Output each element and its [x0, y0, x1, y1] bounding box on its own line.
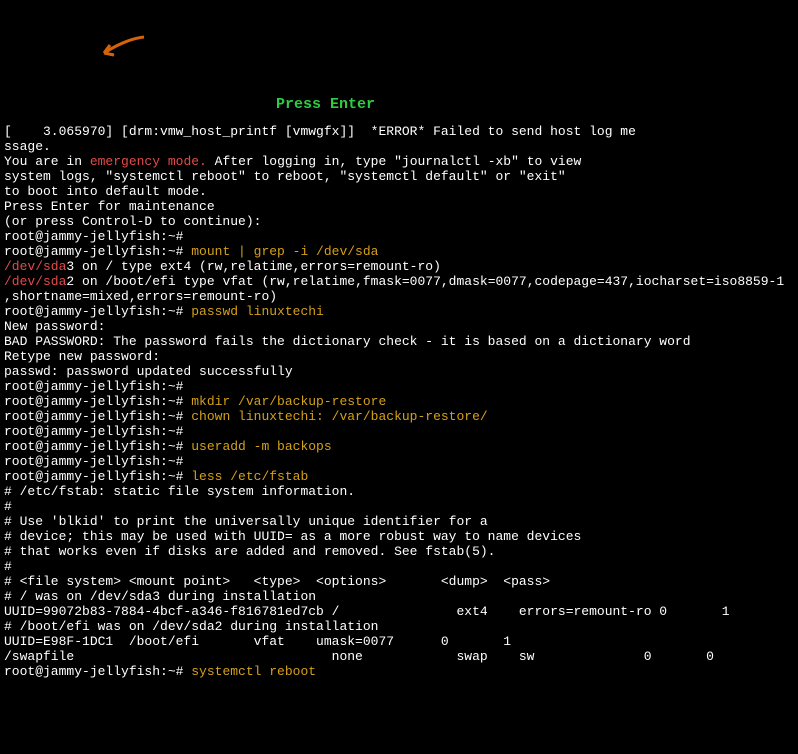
terminal-line: system logs, "systemctl reboot" to reboo…: [4, 169, 794, 184]
terminal-line: root@jammy-jellyfish:~#: [4, 379, 794, 394]
terminal-segment: mkdir /var/backup-restore: [191, 394, 386, 409]
terminal-line: Press Enter for maintenance: [4, 199, 794, 214]
terminal-line: root@jammy-jellyfish:~# mkdir /var/backu…: [4, 394, 794, 409]
terminal-segment: # /boot/efi was on /dev/sda2 during inst…: [4, 619, 378, 634]
terminal-line: root@jammy-jellyfish:~#: [4, 424, 794, 439]
terminal-segment: chown linuxtechi: /var/backup-restore/: [191, 409, 487, 424]
terminal-line: root@jammy-jellyfish:~#: [4, 229, 794, 244]
terminal-segment: Retype new password:: [4, 349, 160, 364]
terminal-segment: root@jammy-jellyfish:~#: [4, 664, 191, 679]
terminal-segment: UUID=E98F-1DC1 /boot/efi vfat umask=0077…: [4, 634, 511, 649]
terminal-segment: (or press Control-D to continue):: [4, 214, 269, 229]
terminal-line: root@jammy-jellyfish:~# chown linuxtechi…: [4, 409, 794, 424]
terminal-line: You are in emergency mode. After logging…: [4, 154, 794, 169]
terminal-segment: root@jammy-jellyfish:~#: [4, 469, 191, 484]
terminal-line: /dev/sda3 on / type ext4 (rw,relatime,er…: [4, 259, 794, 274]
terminal-segment: # Use 'blkid' to print the universally u…: [4, 514, 488, 529]
terminal-line: # Use 'blkid' to print the universally u…: [4, 514, 794, 529]
terminal-segment: system logs, "systemctl reboot" to reboo…: [4, 169, 566, 184]
terminal-line: root@jammy-jellyfish:~# less /etc/fstab: [4, 469, 794, 484]
terminal-line: Retype new password:: [4, 349, 794, 364]
terminal-line: UUID=99072b83-7884-4bcf-a346-f816781ed7c…: [4, 604, 794, 619]
terminal-segment: [ 3.065970] [drm:vmw_host_printf [vmwgfx…: [4, 124, 636, 139]
terminal-line: # that works even if disks are added and…: [4, 544, 794, 559]
terminal-segment: passwd linuxtechi: [191, 304, 324, 319]
terminal-segment: # <file system> <mount point> <type> <op…: [4, 574, 550, 589]
terminal-line: root@jammy-jellyfish:~# mount | grep -i …: [4, 244, 794, 259]
terminal-line: ssage.: [4, 139, 794, 154]
terminal-segment: less /etc/fstab: [191, 469, 308, 484]
terminal-segment: root@jammy-jellyfish:~#: [4, 394, 191, 409]
terminal-segment: root@jammy-jellyfish:~#: [4, 424, 183, 439]
terminal-segment: /dev/sda: [4, 259, 66, 274]
terminal-line: /swapfile none swap sw 0 0: [4, 649, 794, 664]
terminal-line: #: [4, 559, 794, 574]
terminal-segment: # / was on /dev/sda3 during installation: [4, 589, 316, 604]
terminal-segment: Press Enter for maintenance: [4, 199, 215, 214]
arrow-annotation: [80, 20, 130, 44]
terminal-segment: 3 on / type ext4 (rw,relatime,errors=rem…: [66, 259, 440, 274]
terminal-segment: # device; this may be used with UUID= as…: [4, 529, 581, 544]
terminal-segment: /swapfile none swap sw 0 0: [4, 649, 714, 664]
terminal-line: # <file system> <mount point> <type> <op…: [4, 574, 794, 589]
terminal-segment: # /etc/fstab: static file system informa…: [4, 484, 355, 499]
terminal-segment: ,shortname=mixed,errors=remount-ro): [4, 289, 277, 304]
terminal-segment: root@jammy-jellyfish:~#: [4, 439, 191, 454]
terminal-segment: root@jammy-jellyfish:~#: [4, 409, 191, 424]
terminal-line: (or press Control-D to continue):: [4, 214, 794, 229]
terminal-segment: 2 on /boot/efi type vfat (rw,relatime,fm…: [66, 274, 784, 289]
terminal-line: ,shortname=mixed,errors=remount-ro): [4, 289, 794, 304]
terminal-segment: passwd: password updated successfully: [4, 364, 293, 379]
terminal-segment: BAD PASSWORD: The password fails the dic…: [4, 334, 691, 349]
terminal-line: New password:: [4, 319, 794, 334]
terminal-segment: root@jammy-jellyfish:~#: [4, 229, 183, 244]
terminal-line: # /etc/fstab: static file system informa…: [4, 484, 794, 499]
terminal-segment: mount | grep -i /dev/sda: [191, 244, 378, 259]
terminal-line: passwd: password updated successfully: [4, 364, 794, 379]
terminal-line: to boot into default mode.: [4, 184, 794, 199]
terminal-output[interactable]: [ 3.065970] [drm:vmw_host_printf [vmwgfx…: [4, 124, 794, 679]
terminal-line: /dev/sda2 on /boot/efi type vfat (rw,rel…: [4, 274, 794, 289]
terminal-segment: #: [4, 559, 12, 574]
terminal-segment: UUID=99072b83-7884-4bcf-a346-f816781ed7c…: [4, 604, 730, 619]
terminal-line: UUID=E98F-1DC1 /boot/efi vfat umask=0077…: [4, 634, 794, 649]
terminal-line: root@jammy-jellyfish:~#: [4, 454, 794, 469]
terminal-line: # / was on /dev/sda3 during installation: [4, 589, 794, 604]
terminal-segment: root@jammy-jellyfish:~#: [4, 304, 191, 319]
terminal-segment: root@jammy-jellyfish:~#: [4, 454, 183, 469]
terminal-line: root@jammy-jellyfish:~# passwd linuxtech…: [4, 304, 794, 319]
terminal-segment: # that works even if disks are added and…: [4, 544, 495, 559]
terminal-segment: emergency mode.: [90, 154, 207, 169]
terminal-segment: #: [4, 499, 12, 514]
terminal-segment: You are in: [4, 154, 90, 169]
terminal-line: BAD PASSWORD: The password fails the dic…: [4, 334, 794, 349]
terminal-segment: systemctl reboot: [191, 664, 316, 679]
terminal-line: [ 3.065970] [drm:vmw_host_printf [vmwgfx…: [4, 124, 794, 139]
terminal-segment: useradd -m backops: [191, 439, 331, 454]
terminal-segment: ssage.: [4, 139, 51, 154]
press-enter-annotation: Press Enter: [276, 97, 375, 112]
terminal-segment: to boot into default mode.: [4, 184, 207, 199]
terminal-line: #: [4, 499, 794, 514]
terminal-line: # device; this may be used with UUID= as…: [4, 529, 794, 544]
terminal-line: root@jammy-jellyfish:~# useradd -m backo…: [4, 439, 794, 454]
terminal-segment: root@jammy-jellyfish:~#: [4, 379, 183, 394]
terminal-segment: /dev/sda: [4, 274, 66, 289]
terminal-segment: New password:: [4, 319, 105, 334]
terminal-line: root@jammy-jellyfish:~# systemctl reboot: [4, 664, 794, 679]
terminal-segment: After logging in, type "journalctl -xb" …: [207, 154, 581, 169]
terminal-line: # /boot/efi was on /dev/sda2 during inst…: [4, 619, 794, 634]
terminal-segment: root@jammy-jellyfish:~#: [4, 244, 191, 259]
